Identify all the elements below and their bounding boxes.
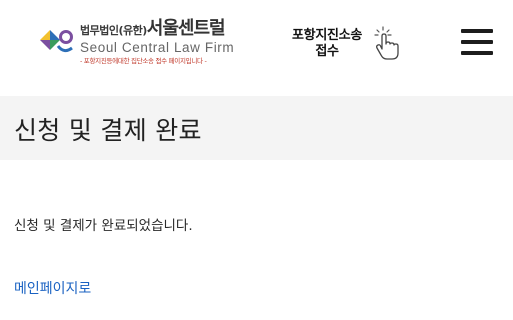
firm-logo-mark-icon [40, 30, 73, 53]
intake-label-line2: 접수 [315, 44, 339, 59]
logo-name-small: 법무법인(유한) [80, 24, 147, 37]
hamburger-menu-icon[interactable] [461, 27, 495, 59]
page-title-bar: 신청 및 결제 완료 [0, 96, 513, 160]
page-title: 신청 및 결제 완료 [14, 116, 202, 145]
pohang-lawsuit-intake-link[interactable]: 포항지진소송 접수 [282, 26, 412, 72]
completion-message: 신청 및 결제가 완료되었습니다. [14, 218, 193, 234]
intake-label: 포항지진소송 접수 [282, 28, 372, 60]
logo-text: 법무법인(유한)서울센트럴 Seoul Central Law Firm - 포… [80, 20, 250, 64]
site-logo[interactable]: 법무법인(유한)서울센트럴 Seoul Central Law Firm - 포… [36, 20, 246, 68]
menu-bar-2 [461, 40, 493, 44]
logo-name-big: 서울센트럴 [146, 18, 226, 39]
hand-pointer-icon [374, 26, 399, 60]
logo-tagline: - 포항지진등에대한 집단소송 접수 페이지입니다 - [80, 56, 207, 65]
logo-english-name: Seoul Central Law Firm [80, 40, 235, 55]
menu-bar-1 [461, 29, 493, 33]
intake-label-line1: 포항지진소송 [292, 28, 362, 43]
go-to-main-page-link[interactable]: 메인페이지로 [14, 278, 91, 298]
site-header: 법무법인(유한)서울센트럴 Seoul Central Law Firm - 포… [0, 0, 513, 92]
logo-korean-name: 법무법인(유한)서울센트럴 [80, 20, 250, 38]
menu-bar-3 [461, 51, 493, 55]
